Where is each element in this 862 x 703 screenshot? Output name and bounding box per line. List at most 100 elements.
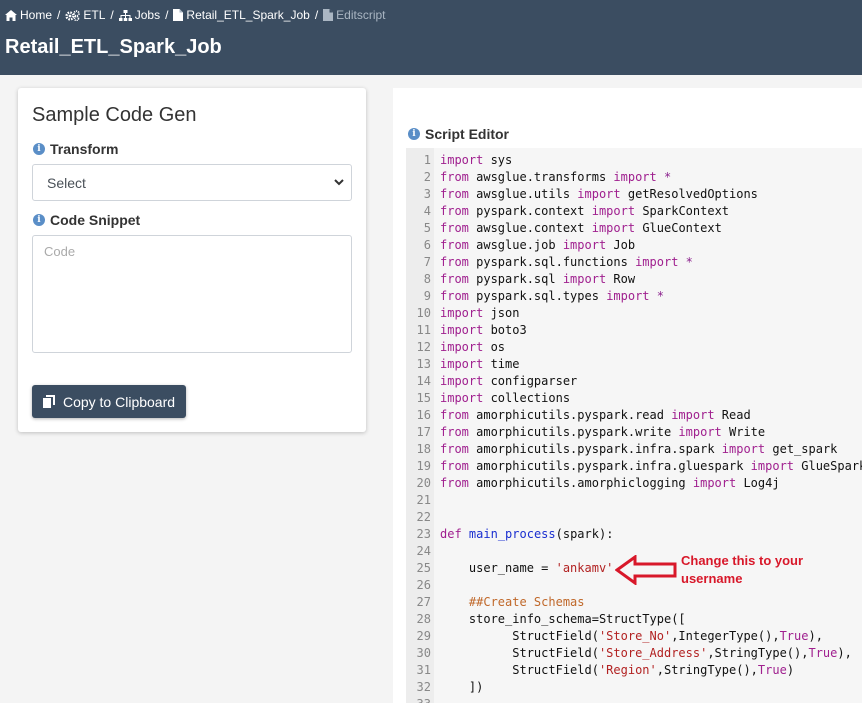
line-number: 7 [423, 255, 431, 269]
line-number: 32 [416, 680, 431, 694]
line-number: 17 [416, 425, 431, 439]
line-number: 21 [416, 493, 431, 507]
info-icon: i [408, 128, 420, 140]
line-number: 8 [423, 272, 431, 286]
code-text: from pyspark.sql import Row [440, 272, 636, 286]
breadcrumb-etl[interactable]: ETL [65, 8, 105, 22]
line-number: 31 [416, 663, 431, 677]
line-number: 6 [423, 238, 431, 252]
code-line: 12 import os [406, 339, 862, 356]
code-text: from awsglue.transforms import * [440, 170, 672, 184]
code-lines: 1 import sys 2 from awsglue.transforms impo… [406, 152, 862, 703]
code-snippet-label: i Code Snippet [33, 212, 140, 228]
transform-select-value: Select [47, 174, 86, 191]
code-line: 19 from amorphicutils.pyspark.infra.glues… [406, 458, 862, 475]
line-number: 2 [423, 170, 431, 184]
copy-to-clipboard-button[interactable]: Copy to Clipboard [32, 385, 186, 418]
code-line: 15 import collections [406, 390, 862, 407]
line-number: 23 [416, 527, 431, 541]
line-number: 22 [416, 510, 431, 524]
sitemap-icon [118, 9, 132, 21]
code-line: 3 from awsglue.utils import getResolvedOp… [406, 186, 862, 203]
line-number: 5 [423, 221, 431, 235]
code-text: ##Create Schemas [468, 595, 585, 609]
code-snippet-textarea[interactable] [32, 235, 352, 353]
code-line: 2 from awsglue.transforms import * [406, 169, 862, 186]
code-text: from awsglue.utils import getResolvedOpt… [440, 187, 758, 201]
breadcrumb-separator: / [110, 8, 114, 22]
line-number: 24 [416, 544, 431, 558]
code-line: 4 from pyspark.context import SparkContex… [406, 203, 862, 220]
line-number: 11 [416, 323, 431, 337]
info-icon: i [33, 214, 45, 226]
file-icon [173, 9, 184, 21]
breadcrumb-job[interactable]: Retail_ETL_Spark_Job [173, 8, 310, 22]
gears-icon [65, 9, 81, 21]
breadcrumb-home-label: Home [20, 8, 53, 22]
line-number: 10 [416, 306, 431, 320]
code-text: from amorphicutils.amorphiclogging impor… [440, 476, 780, 490]
breadcrumb-editscript: Editscript [323, 8, 386, 22]
breadcrumb-separator: / [57, 8, 61, 22]
code-line: 22 [406, 509, 862, 526]
code-text: from pyspark.sql.types import * [440, 289, 665, 303]
code-text: import json [440, 306, 520, 320]
code-line: 11 import boto3 [406, 322, 862, 339]
code-line: 27 ##Create Schemas [406, 594, 862, 611]
code-text: ]) [440, 680, 484, 694]
breadcrumb-jobs-label: Jobs [134, 8, 161, 22]
code-editor[interactable]: 1 import sys 2 from awsglue.transforms impo… [406, 148, 862, 703]
line-number: 29 [416, 629, 431, 643]
code-snippet-label-text: Code Snippet [50, 212, 141, 228]
line-number: 4 [423, 204, 431, 218]
code-line: 7 from pyspark.sql.functions import * [406, 254, 862, 271]
code-line: 20 from amorphicutils.amorphiclogging imp… [406, 475, 862, 492]
code-line: 33 [406, 696, 862, 703]
code-line: 14 import configparser [406, 373, 862, 390]
code-text: from amorphicutils.pyspark.read import R… [440, 408, 751, 422]
code-line: 6 from awsglue.job import Job [406, 237, 862, 254]
code-line: 21 [406, 492, 862, 509]
code-text: StructField('Store_No',IntegerType(),Tru… [440, 629, 823, 643]
copy-icon [42, 395, 55, 408]
breadcrumb-job-label: Retail_ETL_Spark_Job [186, 8, 310, 22]
line-number: 18 [416, 442, 431, 456]
code-text: from amorphicutils.pyspark.write import … [440, 425, 766, 439]
line-number: 13 [416, 357, 431, 371]
line-number: 12 [416, 340, 431, 354]
code-line: 18 from amorphicutils.pyspark.infra.spark… [406, 441, 862, 458]
line-number: 30 [416, 646, 431, 660]
transform-select[interactable]: Select [32, 164, 352, 201]
code-text: import os [440, 340, 506, 354]
code-line: 8 from pyspark.sql import Row [406, 271, 862, 288]
code-text: from awsglue.job import Job [440, 238, 636, 252]
code-text: import configparser [440, 374, 578, 388]
code-line: 32 ]) [406, 679, 862, 696]
code-text: store_info_schema=StructType([ [440, 612, 686, 626]
breadcrumb-home[interactable]: Home [5, 8, 52, 22]
code-text: user_name = 'ankamv' [440, 561, 614, 575]
code-text: StructField('Store_Address',StringType()… [440, 646, 852, 660]
transform-label: i Transform [33, 141, 118, 157]
top-header: Home / ETL / Jobs / Retail_ETL_Spark_Job… [0, 0, 862, 75]
breadcrumb-editscript-label: Editscript [336, 8, 386, 22]
code-text: from pyspark.context import SparkContext [440, 204, 730, 218]
code-text: import boto3 [440, 323, 527, 337]
transform-label-text: Transform [50, 141, 119, 157]
code-line: 31 StructField('Region',StringType(),Tru… [406, 662, 862, 679]
copy-button-label: Copy to Clipboard [62, 393, 176, 410]
code-text: import sys [440, 153, 513, 167]
card-title: Sample Code Gen [32, 104, 197, 126]
code-line: 30 StructField('Store_Address',StringTyp… [406, 645, 862, 662]
code-line: 9 from pyspark.sql.types import * [406, 288, 862, 305]
line-number: 20 [416, 476, 431, 490]
script-editor-label-text: Script Editor [425, 126, 510, 142]
code-text: from pyspark.sql.functions import * [440, 255, 693, 269]
line-number: 27 [416, 595, 431, 609]
code-text: StructField('Region',StringType(),True) [440, 663, 795, 677]
code-line: 1 import sys [406, 152, 862, 169]
breadcrumb: Home / ETL / Jobs / Retail_ETL_Spark_Job… [5, 8, 386, 22]
breadcrumb-jobs[interactable]: Jobs [118, 8, 161, 22]
code-line: 28 store_info_schema=StructType([ [406, 611, 862, 628]
line-number: 16 [416, 408, 431, 422]
